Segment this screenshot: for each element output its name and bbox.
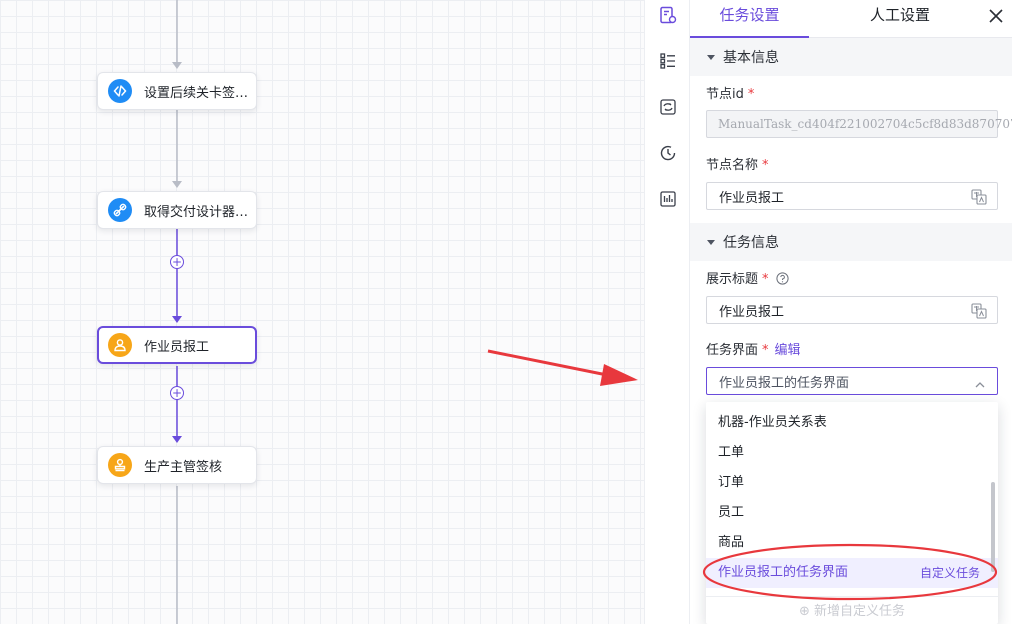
- flow-node[interactable]: 取得交付设计器…: [97, 191, 257, 229]
- add-step-button[interactable]: +: [170, 386, 184, 400]
- node-name-label: 节点名称 *: [706, 154, 769, 173]
- collapse-triangle-icon: [707, 54, 715, 60]
- task-ui-value: 作业员报工的任务界面: [719, 375, 850, 391]
- dropdown-option[interactable]: 机器-作业员关系表: [706, 408, 998, 438]
- task-ui-label: 任务界面 * 编辑: [706, 339, 801, 358]
- node-id-value: ManualTask_cd404f221002704c5cf8d83d87070…: [718, 117, 1012, 131]
- chart-icon[interactable]: [658, 189, 678, 209]
- display-title-value: 作业员报工: [719, 304, 785, 320]
- required-mark: *: [747, 87, 755, 102]
- section-title: 任务信息: [723, 235, 779, 251]
- section-basic-info[interactable]: 基本信息: [690, 38, 1012, 76]
- properties-panel: 任务设置 人工设置 基本信息 节点id * ManualTask_cd404f22…: [690, 0, 1012, 624]
- label-text: 节点名称: [706, 158, 759, 173]
- dropdown-option[interactable]: 员工: [706, 498, 998, 528]
- task-ui-select[interactable]: 作业员报工的任务界面: [706, 367, 998, 395]
- panel-tabs: 任务设置 人工设置: [690, 0, 1012, 38]
- stamp-icon: [108, 453, 132, 477]
- node-label: 设置后续关卡签…: [144, 85, 249, 101]
- node-id-field: ManualTask_cd404f221002704c5cf8d83d87070…: [706, 110, 1012, 138]
- required-mark: *: [762, 343, 769, 358]
- required-mark: *: [762, 272, 769, 287]
- task-settings-icon[interactable]: [658, 5, 678, 25]
- tab-manual-settings[interactable]: 人工设置: [840, 0, 960, 38]
- node-label: 作业员报工: [144, 339, 210, 355]
- dropdown-option[interactable]: 订单: [706, 468, 998, 498]
- plus-icon: +: [171, 386, 183, 400]
- user-icon: [108, 333, 132, 357]
- node-name-input[interactable]: 作业员报工: [706, 182, 998, 210]
- translate-icon[interactable]: [971, 189, 987, 205]
- flow-node-selected[interactable]: 作业员报工: [97, 326, 257, 364]
- label-text: 节点id: [706, 87, 744, 102]
- section-task-info[interactable]: 任务信息: [690, 223, 1012, 261]
- node-label: 生产主管签核: [144, 459, 223, 475]
- display-title-input[interactable]: 作业员报工: [706, 296, 998, 324]
- highlight-ellipse: [702, 543, 998, 601]
- panel-sidebar: [644, 0, 690, 624]
- clock-icon[interactable]: [658, 143, 678, 163]
- node-label: 取得交付设计器…: [144, 204, 249, 220]
- node-name-value: 作业员报工: [719, 190, 785, 206]
- collapse-triangle-icon: [707, 239, 715, 245]
- label-text: 展示标题: [706, 272, 759, 287]
- dropdown-option[interactable]: 工单: [706, 438, 998, 468]
- flow-node[interactable]: 设置后续关卡签…: [97, 72, 257, 110]
- help-icon[interactable]: [776, 272, 789, 289]
- flow-node[interactable]: 生产主管签核: [97, 446, 257, 484]
- list-tree-icon[interactable]: [658, 51, 678, 71]
- translate-icon[interactable]: [971, 303, 987, 319]
- edit-link[interactable]: 编辑: [775, 343, 801, 358]
- section-title: 基本信息: [723, 50, 779, 66]
- label-text: 任务界面: [706, 343, 759, 358]
- required-mark: *: [762, 158, 769, 173]
- close-icon[interactable]: [986, 6, 1006, 26]
- flow-canvas[interactable]: + + 设置后续关卡签… 取得交付设计器… 作业员报工 生产主管签核: [0, 0, 644, 624]
- code-icon: [108, 79, 132, 103]
- tab-task-settings[interactable]: 任务设置: [690, 0, 809, 38]
- loop-icon[interactable]: [658, 97, 678, 117]
- display-title-label: 展示标题 *: [706, 268, 789, 289]
- add-step-button[interactable]: +: [170, 255, 184, 269]
- plus-icon: +: [171, 255, 183, 269]
- chevron-up-icon: [975, 377, 985, 392]
- link-icon: [108, 198, 132, 222]
- node-id-label: 节点id *: [706, 83, 754, 102]
